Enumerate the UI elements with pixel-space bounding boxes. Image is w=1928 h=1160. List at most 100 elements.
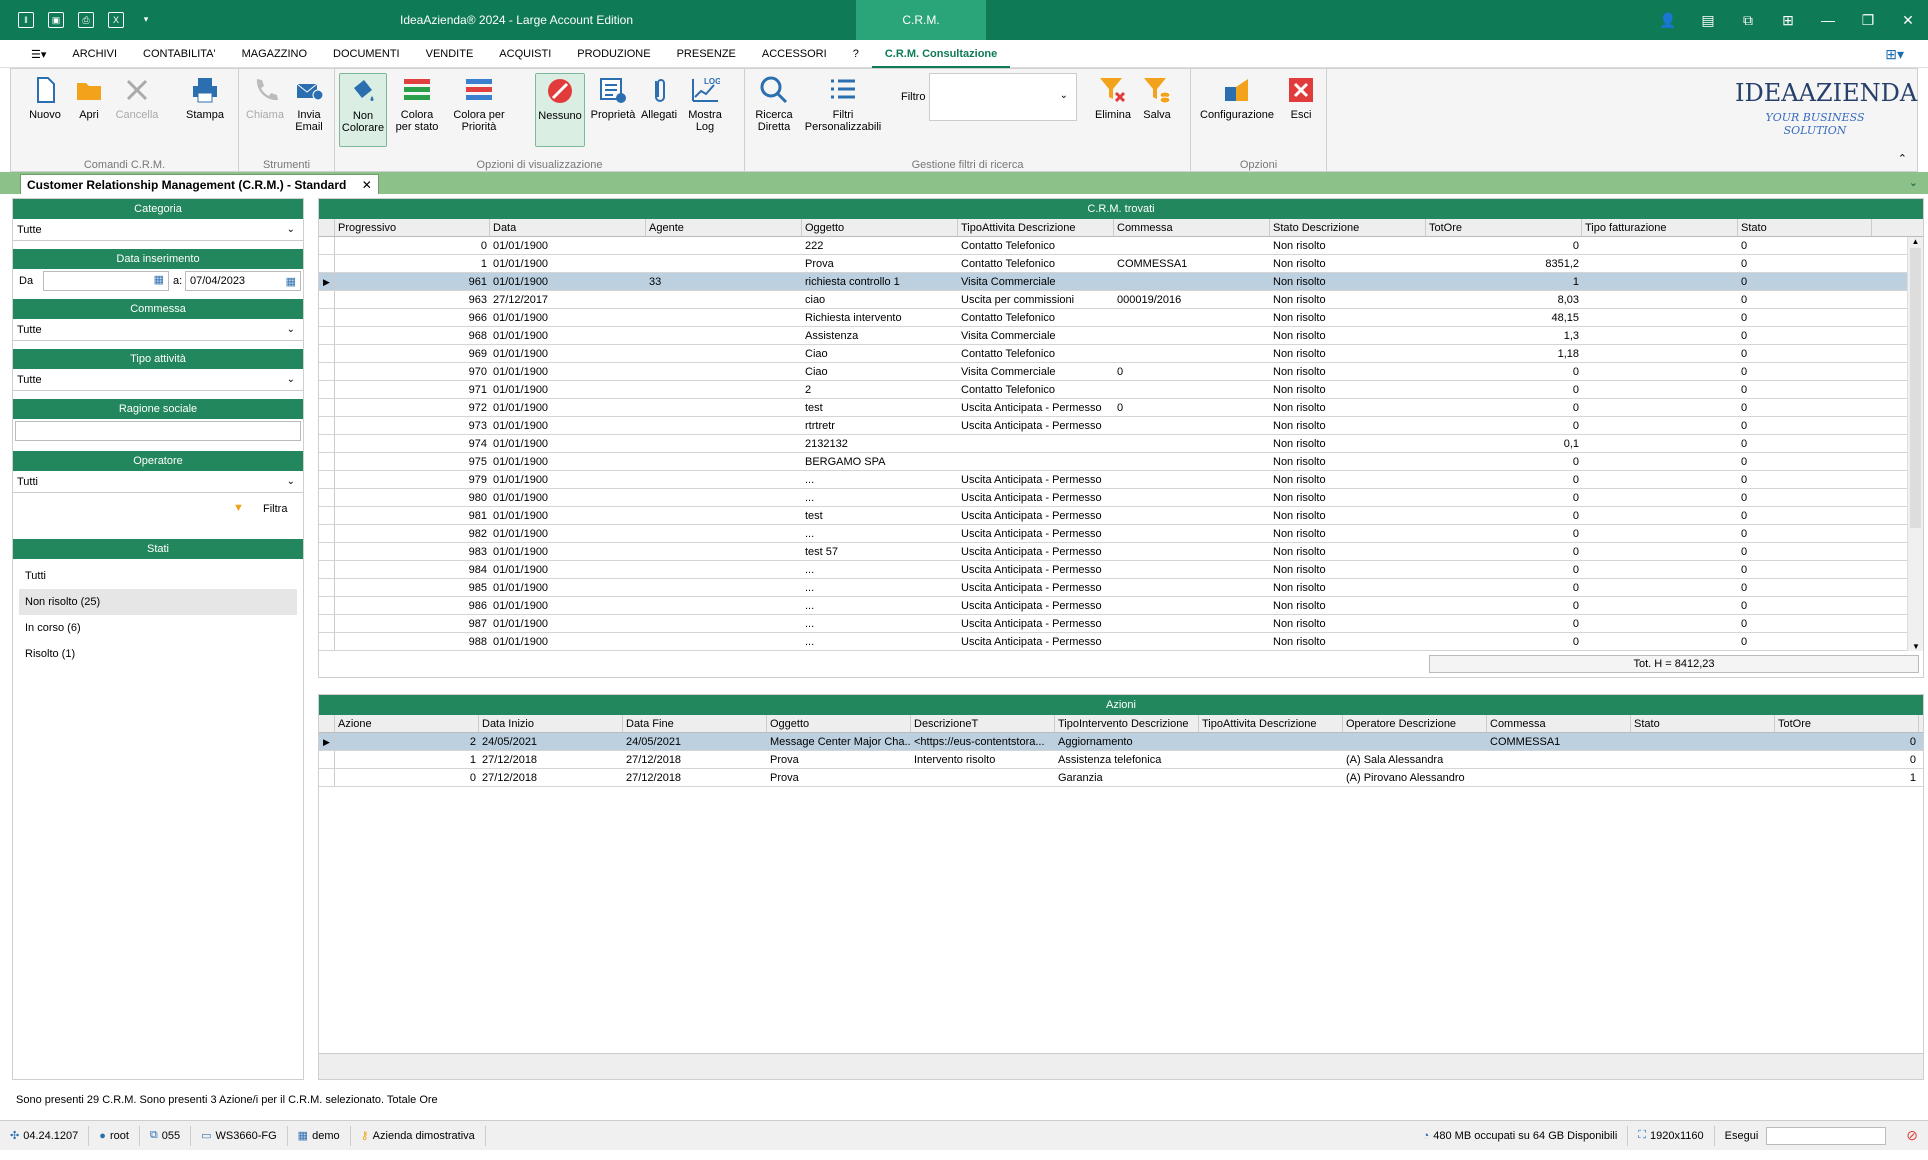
crm-table-row[interactable]: 982 01/01/1900... Uscita Anticipata - Perm… bbox=[319, 525, 1923, 543]
menu-crm-consultazione[interactable]: C.R.M. Consultazione bbox=[871, 40, 1011, 68]
crm-table-row[interactable]: 979 01/01/1900... Uscita Anticipata - Perm… bbox=[319, 471, 1923, 489]
close-icon[interactable]: ✕ bbox=[1888, 0, 1928, 40]
commessa-select[interactable]: Tutte ⌄ bbox=[13, 319, 303, 341]
crm-column-header[interactable]: Tipo fatturazione bbox=[1582, 219, 1738, 236]
crm-table-row[interactable]: 973 01/01/1900 rtrtretr Uscita Anticipata -… bbox=[319, 417, 1923, 435]
azioni-column-header[interactable]: Data Inizio bbox=[479, 715, 623, 732]
colora-per-stato-button[interactable]: Colora per stato bbox=[391, 73, 443, 133]
stato-item-in-corso[interactable]: In corso (6) bbox=[13, 615, 303, 641]
crm-column-header[interactable]: TipoAttivita Descrizione bbox=[958, 219, 1114, 236]
maximize-icon[interactable]: ❐ bbox=[1848, 0, 1888, 40]
crm-table-row[interactable]: 974 01/01/1900 2132132 Non risolto 0,1 0 bbox=[319, 435, 1923, 453]
azioni-column-header[interactable]: Operatore Descrizione bbox=[1343, 715, 1487, 732]
crm-table-row[interactable]: 0 01/01/1900 222 Contatto Telefonico Non ris… bbox=[319, 237, 1923, 255]
operatore-select[interactable]: Tutti ⌄ bbox=[13, 471, 303, 493]
azioni-column-header[interactable]: DescrizioneT bbox=[911, 715, 1055, 732]
scroll-down-icon[interactable]: ▼ bbox=[1908, 642, 1924, 651]
crm-table-row[interactable]: 971 01/01/1900 2 Contatto Telefonico Non ris… bbox=[319, 381, 1923, 399]
azioni-column-header[interactable]: TipoAttivita Descrizione bbox=[1199, 715, 1343, 732]
menu-acquisti[interactable]: ACQUISTI bbox=[486, 48, 564, 60]
document-icon[interactable]: ▤ bbox=[1688, 0, 1728, 40]
ricerca-diretta-button[interactable]: Ricerca Diretta bbox=[751, 73, 797, 133]
crm-column-header[interactable]: Data bbox=[490, 219, 646, 236]
nessuno-button[interactable]: Nessuno bbox=[535, 73, 585, 147]
crm-table-row[interactable]: 969 01/01/1900 Ciao Contatto Telefonico Non … bbox=[319, 345, 1923, 363]
customize-icon[interactable]: ▾ bbox=[138, 12, 154, 28]
print-icon[interactable]: ⎙ bbox=[78, 12, 94, 28]
azioni-table-row[interactable]: 1 27/12/2018 27/12/2018 Prova Intervento ris… bbox=[319, 751, 1923, 769]
crm-column-header[interactable]: Commessa bbox=[1114, 219, 1270, 236]
azioni-column-header[interactable]: TotOre bbox=[1775, 715, 1919, 732]
crm-column-header[interactable]: Stato Descrizione bbox=[1270, 219, 1426, 236]
menu-presenze[interactable]: PRESENZE bbox=[664, 48, 749, 60]
menu-accessori[interactable]: ACCESSORI bbox=[749, 48, 840, 60]
esegui-input[interactable] bbox=[1766, 1126, 1887, 1145]
salva-filtro-button[interactable]: Salva bbox=[1137, 73, 1177, 121]
colora-per-priorita-button[interactable]: Colora per Priorità bbox=[449, 73, 509, 133]
crm-column-header[interactable]: Agente bbox=[646, 219, 802, 236]
filtri-personalizzabili-button[interactable]: Filtri Personalizzabili bbox=[801, 73, 885, 133]
menu-vendite[interactable]: VENDITE bbox=[413, 48, 487, 60]
menu-archivi[interactable]: ARCHIVI bbox=[59, 48, 130, 60]
azioni-column-header[interactable]: Commessa bbox=[1487, 715, 1631, 732]
collapse-ribbon-icon[interactable]: ⌃ bbox=[1898, 152, 1907, 165]
menu-produzione[interactable]: PRODUZIONE bbox=[564, 48, 663, 60]
crm-column-header[interactable]: TotOre bbox=[1426, 219, 1582, 236]
user-icon[interactable]: 👤 bbox=[1648, 0, 1688, 40]
excel-icon[interactable]: X bbox=[108, 12, 124, 28]
esci-button[interactable]: Esci bbox=[1283, 73, 1319, 121]
date-from-input[interactable]: ▦ bbox=[43, 271, 169, 291]
stato-item-non-risolto[interactable]: Non risolto (25) bbox=[19, 589, 297, 615]
azioni-table-row[interactable]: 0 27/12/2018 27/12/2018 Prova Garanzia (A) Pi… bbox=[319, 769, 1923, 787]
crm-table-row[interactable]: 987 01/01/1900... Uscita Anticipata - Perm… bbox=[319, 615, 1923, 633]
allegati-button[interactable]: Allegati bbox=[639, 73, 679, 121]
azioni-column-header[interactable]: Data Fine bbox=[623, 715, 767, 732]
layout-icon[interactable]: ⊞ bbox=[1768, 0, 1808, 40]
stop-icon[interactable]: ⊘ bbox=[1896, 1127, 1928, 1144]
crm-table-row[interactable]: 968 01/01/1900 Assistenza Visita Commercial… bbox=[319, 327, 1923, 345]
tipo-attivita-select[interactable]: Tutte ⌄ bbox=[13, 369, 303, 391]
app-icon[interactable]: ‖ bbox=[18, 12, 34, 28]
cancella-button[interactable]: Cancella bbox=[113, 73, 161, 121]
non-colorare-button[interactable]: Non Colorare bbox=[339, 73, 387, 147]
crm-scrollbar[interactable]: ▲ ▼ bbox=[1907, 237, 1923, 651]
stato-item-risolto[interactable]: Risolto (1) bbox=[13, 641, 303, 667]
calendar-icon[interactable]: ▦ bbox=[286, 273, 296, 291]
menu-documenti[interactable]: DOCUMENTI bbox=[320, 48, 413, 60]
crm-table-row[interactable]: 980 01/01/1900... Uscita Anticipata - Perm… bbox=[319, 489, 1923, 507]
crm-context-tab[interactable]: C.R.M. bbox=[856, 0, 986, 40]
calendar-icon[interactable]: ▦ bbox=[154, 273, 164, 286]
elimina-filtro-button[interactable]: Elimina bbox=[1093, 73, 1133, 121]
close-tab-icon[interactable]: ✕ bbox=[362, 178, 372, 192]
crm-table-row[interactable]: 984 01/01/1900... Uscita Anticipata - Perm… bbox=[319, 561, 1923, 579]
ragione-sociale-input[interactable] bbox=[15, 421, 301, 441]
save-icon[interactable]: ▣ bbox=[48, 12, 64, 28]
crm-table-row[interactable]: 988 01/01/1900... Uscita Anticipata - Perm… bbox=[319, 633, 1923, 651]
crm-table-row[interactable]: 1 01/01/1900 Prova Contatto Telefonico COMME… bbox=[319, 255, 1923, 273]
layout-switch-icon[interactable]: ⊞▾ bbox=[1885, 46, 1904, 63]
filtra-button[interactable]: ▼ Filtra bbox=[13, 493, 303, 525]
azioni-column-header[interactable]: Azione bbox=[335, 715, 479, 732]
tab-menu-icon[interactable]: ⌄ bbox=[1909, 176, 1918, 189]
nuovo-button[interactable]: Nuovo bbox=[25, 73, 65, 121]
crm-table-row[interactable]: 986 01/01/1900... Uscita Anticipata - Perm… bbox=[319, 597, 1923, 615]
crm-column-header[interactable]: Oggetto bbox=[802, 219, 958, 236]
chiama-button[interactable]: Chiama bbox=[245, 73, 285, 121]
menu-magazzino[interactable]: MAGAZZINO bbox=[229, 48, 320, 60]
date-to-input[interactable]: 07/04/2023 ▦ bbox=[185, 271, 301, 291]
stampa-button[interactable]: Stampa bbox=[183, 73, 227, 121]
azioni-column-header[interactable]: Oggetto bbox=[767, 715, 911, 732]
scroll-up-icon[interactable]: ▲ bbox=[1908, 237, 1923, 246]
mostra-log-button[interactable]: LOG Mostra Log bbox=[683, 73, 727, 133]
categoria-select[interactable]: Tutte ⌄ bbox=[13, 219, 303, 241]
azioni-column-header[interactable]: Stato bbox=[1631, 715, 1775, 732]
filtro-select[interactable]: ⌄ bbox=[929, 73, 1077, 121]
crm-table-row[interactable]: 970 01/01/1900 Ciao Visita Commerciale 0 Non … bbox=[319, 363, 1923, 381]
menu-toggle-icon[interactable]: ☰▾ bbox=[18, 48, 59, 61]
minimize-icon[interactable]: — bbox=[1808, 0, 1848, 40]
menu-help[interactable]: ? bbox=[840, 48, 872, 60]
crm-document-tab[interactable]: Customer Relationship Management (C.R.M.… bbox=[20, 174, 379, 194]
stato-item-tutti[interactable]: Tutti bbox=[13, 563, 303, 589]
crm-table-row[interactable]: 972 01/01/1900 test Uscita Anticipata - Per… bbox=[319, 399, 1923, 417]
azioni-table-row[interactable]: ▶ 2 24/05/2021 24/05/2021 Message Center Maj… bbox=[319, 733, 1923, 751]
